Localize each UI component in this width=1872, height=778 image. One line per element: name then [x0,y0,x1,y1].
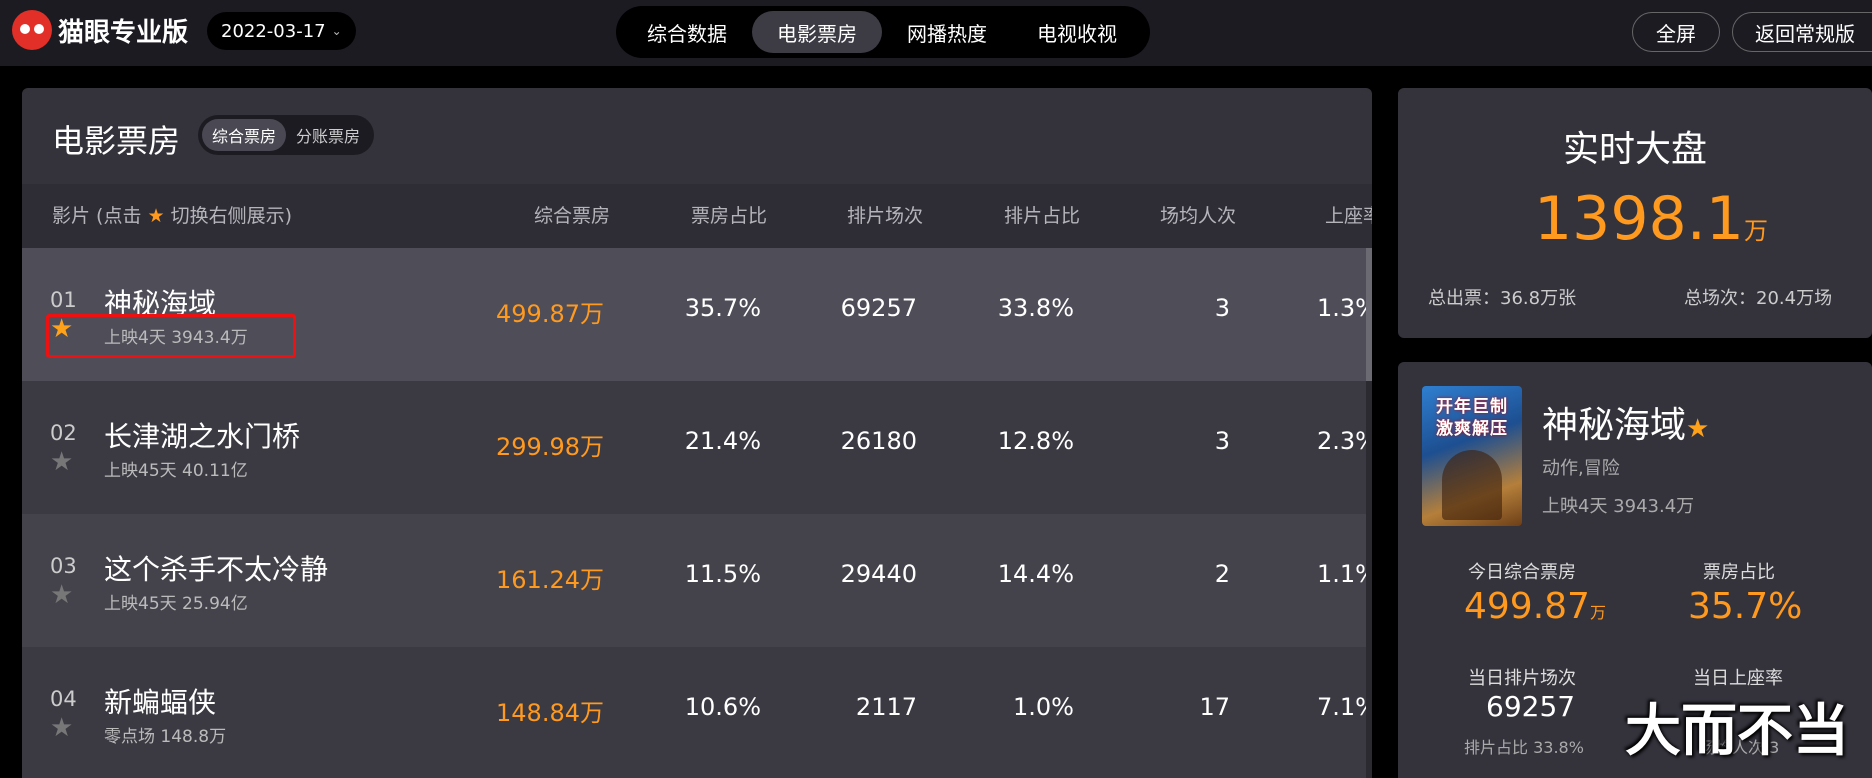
box-value: 148.84万 [496,699,604,727]
today-box-value: 499.87万 [1464,586,1606,627]
film-name: 这个杀手不太冷静 [104,553,329,586]
film-name: 新蝙蝠侠 [104,686,217,719]
occupancy-value: 2.3% [1317,427,1372,455]
table-row[interactable]: 02 ★ 长津湖之水门桥 上映45天 40.11亿 299.98万 21.4% … [22,381,1372,514]
highlight-annotation [46,314,296,358]
star-icon[interactable]: ★ [50,447,73,477]
toggle-combined-box[interactable]: 综合票房 [202,119,287,151]
avg-viewers-value: 3 [1214,294,1230,322]
realtime-market-panel: 实时大盘 1398.1万 总出票：36.8万张 总场次：20.4万场 [1398,88,1872,338]
box-value: 161.24万 [496,566,604,594]
table-scrollbar[interactable] [1366,248,1372,778]
box-share-value: 11.5% [684,560,761,588]
row-rank: 01 [50,288,77,312]
film-release-info: 上映45天 25.94亿 [104,594,248,614]
show-share-info: 排片占比 33.8% [1464,738,1584,757]
top-bar: 猫眼专业版 2022-03-17 ⌄ 综合数据 电影票房 网播热度 电视收视 全… [0,0,1872,66]
detail-release: 上映4天 3943.4万 [1542,496,1695,517]
today-shows-label: 当日排片场次 [1468,668,1576,689]
box-office-panel: 电影票房 综合票房 分账票房 影片 (点击 ★ 切换右侧展示) 综合票房 票房占… [22,88,1372,778]
film-name: 长津湖之水门桥 [104,420,301,453]
box-share-value: 35.7% [1688,586,1803,627]
show-share-value: 33.8% [997,294,1074,322]
shows-value: 69257 [840,294,917,322]
scrollbar-thumb[interactable] [1366,248,1372,381]
col-occupancy[interactable]: 上座率 [1325,184,1372,248]
main-nav: 综合数据 电影票房 网播热度 电视收视 [616,6,1150,58]
date-value: 2022-03-17 [221,20,326,42]
fullscreen-button[interactable]: 全屏 [1632,12,1720,52]
col-box[interactable]: 综合票房 [534,184,610,248]
row-rank: 02 [50,421,77,445]
box-share-value: 10.6% [684,693,761,721]
show-share-value: 1.0% [1013,693,1074,721]
back-to-normal-button[interactable]: 返回常规版 [1732,12,1872,52]
box-share-value: 21.4% [684,427,761,455]
date-selector[interactable]: 2022-03-17 ⌄ [207,12,356,50]
watermark-text: 大而不当 [1625,699,1849,764]
show-share-value: 12.8% [997,427,1074,455]
detail-film-name: 神秘海域★ [1542,405,1710,446]
today-shows-value: 69257 [1486,690,1576,723]
film-release-info: 上映45天 40.11亿 [104,461,248,481]
tab-web-popularity[interactable]: 网播热度 [882,11,1012,53]
box-value: 299.98万 [496,433,604,461]
tab-tv-ratings[interactable]: 电视收视 [1012,11,1142,53]
today-box-label: 今日综合票房 [1468,562,1576,583]
total-shows: 总场次：20.4万场 [1684,288,1833,309]
table-row[interactable]: 01 ★ 神秘海域 上映4天 3943.4万 499.87万 35.7% 692… [22,248,1372,381]
table-row[interactable]: 04 ★ 新蝙蝠侠 零点场 148.8万 148.84万 10.6% 2117 … [22,647,1372,778]
star-icon[interactable]: ★ [50,713,73,743]
occupancy-value: 1.3% [1317,294,1372,322]
table-header: 影片 (点击 ★ 切换右侧展示) 综合票房 票房占比 排片场次 排片占比 场均人… [22,184,1372,248]
film-poster: 开年巨制 激爽解压 [1422,386,1522,526]
box-share-label: 票房占比 [1703,562,1775,583]
tab-overall-data[interactable]: 综合数据 [622,11,752,53]
avg-viewers-value: 17 [1199,693,1230,721]
tab-movie-box-office[interactable]: 电影票房 [752,11,882,53]
poster-figure [1442,450,1502,520]
panel-title: 电影票房 [52,122,181,160]
star-icon: ★ [147,205,165,227]
logo-text: 猫眼专业版 [58,17,189,48]
show-share-value: 14.4% [997,560,1074,588]
cat-logo-icon [12,10,52,50]
col-shows[interactable]: 排片场次 [847,184,923,248]
realtime-total: 1398.1万 [1534,184,1768,254]
shows-value: 29440 [840,560,917,588]
avg-viewers-value: 3 [1214,427,1230,455]
col-box-share[interactable]: 票房占比 [691,184,767,248]
col-avg-viewers[interactable]: 场均人次 [1160,184,1236,248]
star-icon[interactable]: ★ [50,580,73,610]
row-rank: 03 [50,554,77,578]
shows-value: 2117 [855,693,917,721]
detail-genre: 动作,冒险 [1542,458,1620,479]
box-office-type-toggle: 综合票房 分账票房 [198,115,375,155]
film-release-info: 零点场 148.8万 [104,727,227,747]
occupancy-value: 7.1% [1317,693,1372,721]
col-film: 影片 (点击 ★ 切换右侧展示) [52,205,293,227]
table-row[interactable]: 03 ★ 这个杀手不太冷静 上映45天 25.94亿 161.24万 11.5%… [22,514,1372,647]
toggle-split-box[interactable]: 分账票房 [286,119,370,151]
occupancy-value: 1.1% [1317,560,1372,588]
avg-viewers-value: 2 [1214,560,1230,588]
box-value: 499.87万 [496,300,604,328]
shows-value: 26180 [840,427,917,455]
realtime-title: 实时大盘 [1563,129,1708,170]
app-logo[interactable]: 猫眼专业版 [12,10,188,50]
star-icon: ★ [1686,414,1710,444]
col-show-share[interactable]: 排片占比 [1004,184,1080,248]
chevron-down-icon: ⌄ [331,24,342,38]
total-tickets: 总出票：36.8万张 [1428,288,1577,309]
box-share-value: 35.7% [684,294,761,322]
row-rank: 04 [50,687,77,711]
